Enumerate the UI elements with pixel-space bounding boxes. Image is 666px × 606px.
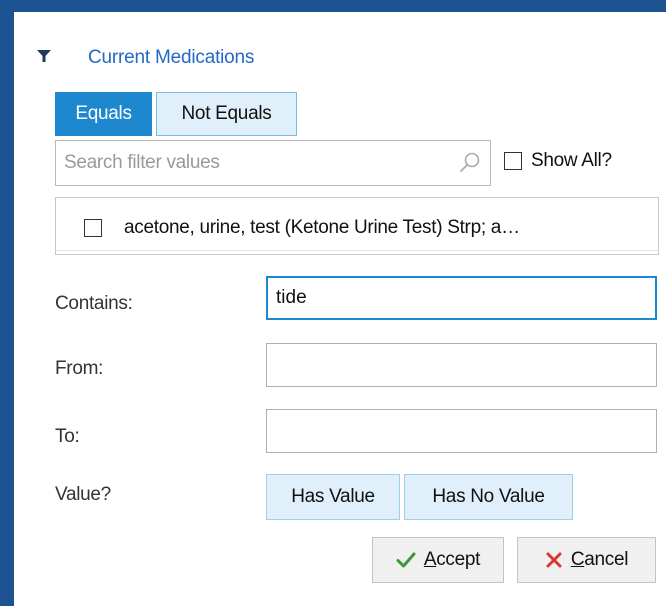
search-icon[interactable] bbox=[458, 151, 482, 175]
has-value-button[interactable]: Has Value bbox=[266, 474, 400, 520]
cancel-button[interactable]: Cancel bbox=[517, 537, 656, 583]
equals-button[interactable]: Equals bbox=[55, 92, 152, 136]
filter-funnel-icon[interactable] bbox=[36, 48, 52, 64]
accept-button[interactable]: Accept bbox=[372, 537, 504, 583]
accept-label: Accept bbox=[423, 549, 481, 571]
from-input[interactable] bbox=[266, 343, 657, 387]
x-icon bbox=[546, 552, 562, 568]
show-all-toggle[interactable]: Show All? bbox=[504, 150, 612, 172]
cancel-label-rest: ancel bbox=[584, 549, 629, 570]
list-item[interactable]: acetone, urine, test (Ketone Urine Test)… bbox=[56, 198, 658, 251]
contains-label: Contains: bbox=[55, 293, 133, 314]
cancel-access-key: C bbox=[570, 549, 585, 570]
filter-values-list: acetone, urine, test (Ketone Urine Test)… bbox=[55, 197, 659, 255]
show-all-label: Show All? bbox=[531, 150, 612, 171]
contains-input[interactable] bbox=[266, 276, 657, 320]
value-question-label: Value? bbox=[55, 484, 111, 505]
accept-label-rest: ccept bbox=[436, 549, 481, 570]
accept-access-key: A bbox=[423, 549, 437, 570]
cancel-label: Cancel bbox=[570, 549, 629, 571]
show-all-checkbox[interactable] bbox=[504, 152, 522, 170]
checkmark-icon bbox=[396, 552, 416, 568]
value-label: acetone, urine, test (Ketone Urine Test)… bbox=[124, 217, 520, 238]
not-equals-button[interactable]: Not Equals bbox=[156, 92, 297, 136]
to-input[interactable] bbox=[266, 409, 657, 453]
has-no-value-button[interactable]: Has No Value bbox=[404, 474, 573, 520]
filter-header[interactable] bbox=[36, 44, 52, 68]
filter-title[interactable]: Current Medications bbox=[88, 47, 254, 69]
to-label: To: bbox=[55, 426, 80, 447]
search-box bbox=[55, 140, 491, 186]
filter-panel: Current Medications Equals Not Equals Sh… bbox=[14, 12, 666, 606]
search-input[interactable] bbox=[56, 141, 454, 185]
from-label: From: bbox=[55, 358, 104, 379]
value-checkbox[interactable] bbox=[84, 219, 102, 237]
